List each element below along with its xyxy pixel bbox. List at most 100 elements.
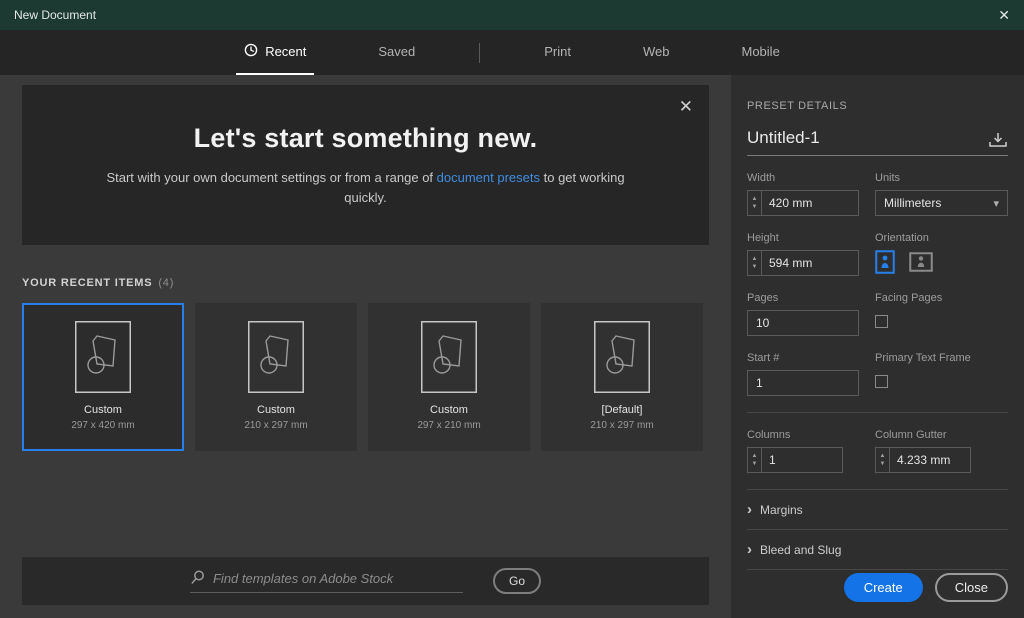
facing-pages-field: Facing Pages [875, 292, 1008, 336]
column-gutter-stepper: ▲ ▼ [875, 447, 971, 473]
recent-items-heading: YOUR RECENT ITEMS (4) [22, 277, 709, 289]
columns-field: Columns ▲ ▼ [747, 429, 859, 473]
decrement-icon[interactable]: ▼ [752, 204, 758, 210]
margins-section-toggle[interactable]: › Margins [747, 490, 1008, 529]
primary-text-frame-field: Primary Text Frame [875, 352, 1008, 396]
chevron-down-icon: ▾ [993, 197, 999, 210]
primary-text-frame-checkbox[interactable] [875, 375, 888, 388]
orientation-buttons [875, 250, 1008, 274]
document-name-field[interactable]: Untitled-1 [747, 128, 988, 148]
recent-item-card[interactable]: Custom 297 x 420 mm [22, 303, 184, 451]
increment-icon[interactable]: ▲ [880, 453, 886, 459]
orientation-portrait-button[interactable] [875, 250, 895, 274]
pages-input[interactable] [747, 310, 859, 336]
height-label: Height [747, 232, 779, 244]
hero-banner: ✕ Let's start something new. Start with … [22, 85, 709, 245]
close-button[interactable]: Close [934, 573, 1008, 602]
columns-input[interactable] [762, 448, 842, 472]
recent-items-grid: Custom 297 x 420 mm Custom 210 x 297 mm … [22, 303, 709, 451]
height-field: Height ▲ ▼ [747, 232, 859, 276]
height-stepper-arrows[interactable]: ▲ ▼ [748, 251, 762, 275]
tab-web[interactable]: Web [635, 30, 678, 75]
go-button[interactable]: Go [492, 568, 541, 594]
recent-items-label: YOUR RECENT ITEMS [22, 277, 153, 289]
tab-label: Mobile [741, 44, 780, 59]
window-title: New Document [14, 8, 97, 22]
document-placeholder-icon [594, 321, 650, 393]
create-button[interactable]: Create [843, 573, 923, 602]
columns-label: Columns [747, 429, 791, 441]
width-field: Width ▲ ▼ [747, 172, 859, 216]
margins-label: Margins [760, 502, 803, 517]
width-input[interactable] [762, 191, 858, 215]
height-input[interactable] [762, 251, 858, 275]
increment-icon[interactable]: ▲ [752, 453, 758, 459]
preset-details-heading: PRESET DETAILS [747, 100, 848, 112]
hero-title: Let's start something new. [193, 123, 538, 153]
document-presets-link[interactable]: document presets [437, 170, 540, 185]
units-field: Units Millimeters ▾ [875, 172, 1008, 216]
preset-name-row: Untitled-1 [747, 128, 1008, 156]
width-label: Width [747, 172, 776, 184]
recent-item-card[interactable]: Custom 297 x 210 mm [368, 303, 530, 451]
column-gutter-field: Column Gutter ▲ ▼ [875, 429, 1008, 473]
tab-saved[interactable]: Saved [370, 30, 423, 75]
decrement-icon[interactable]: ▼ [752, 264, 758, 270]
recent-items-count: (4) [158, 277, 175, 289]
height-stepper: ▲ ▼ [747, 250, 859, 276]
width-stepper-arrows[interactable]: ▲ ▼ [748, 191, 762, 215]
column-gutter-label: Column Gutter [875, 429, 947, 441]
new-document-dialog: New Document ✕ Recent Saved Print Web Mo… [0, 0, 1024, 618]
facing-pages-label: Facing Pages [875, 292, 943, 304]
tab-mobile[interactable]: Mobile [734, 30, 788, 75]
hero-close-icon[interactable]: ✕ [679, 97, 693, 117]
decrement-icon[interactable]: ▼ [880, 461, 886, 467]
decrement-icon[interactable]: ▼ [752, 461, 758, 467]
recent-item-card[interactable]: Custom 210 x 297 mm [195, 303, 357, 451]
tab-recent[interactable]: Recent [236, 30, 315, 75]
orientation-field: Orientation [875, 232, 1008, 276]
tab-divider [479, 42, 481, 63]
recent-item-card[interactable]: [Default] 210 x 297 mm [541, 303, 703, 451]
dialog-actions: Create Close [843, 573, 1008, 602]
pages-label: Pages [747, 292, 779, 304]
units-select[interactable]: Millimeters ▾ [875, 190, 1008, 216]
column-fields: Columns ▲ ▼ Column Gutter ▲ ▼ [747, 429, 1008, 473]
width-stepper: ▲ ▼ [747, 190, 859, 216]
section-divider [747, 412, 1008, 413]
document-placeholder-icon [421, 321, 477, 393]
recent-item-size: 297 x 420 mm [71, 420, 135, 431]
increment-icon[interactable]: ▲ [752, 196, 758, 202]
start-number-input[interactable] [747, 370, 859, 396]
document-placeholder-icon [75, 321, 131, 393]
tab-label: Web [643, 44, 670, 59]
document-placeholder-icon [248, 321, 304, 393]
chevron-right-icon: › [747, 541, 752, 558]
units-label: Units [875, 172, 901, 184]
dialog-content: ✕ Let's start something new. Start with … [0, 75, 1024, 618]
primary-text-frame-label: Primary Text Frame [875, 352, 971, 364]
columns-stepper-arrows[interactable]: ▲ ▼ [748, 448, 762, 472]
increment-icon[interactable]: ▲ [752, 256, 758, 262]
facing-pages-checkbox[interactable] [875, 315, 888, 328]
window-close-icon[interactable]: ✕ [998, 7, 1010, 24]
column-gutter-stepper-arrows[interactable]: ▲ ▼ [876, 448, 890, 472]
recent-item-size: 297 x 210 mm [417, 420, 481, 431]
bleed-slug-label: Bleed and Slug [760, 542, 842, 557]
column-gutter-input[interactable] [890, 448, 970, 472]
clock-icon [244, 43, 258, 60]
pages-field: Pages [747, 292, 859, 336]
orientation-landscape-button[interactable] [909, 252, 933, 272]
start-number-field: Start # [747, 352, 859, 396]
recent-item-name: Custom [84, 404, 122, 416]
bleed-slug-section-toggle[interactable]: › Bleed and Slug [747, 530, 1008, 569]
tab-print[interactable]: Print [536, 30, 579, 75]
hero-subtitle: Start with your own document settings or… [96, 168, 636, 208]
columns-stepper: ▲ ▼ [747, 447, 843, 473]
save-preset-icon[interactable] [988, 132, 1008, 148]
adobe-stock-search-bar: Go [22, 557, 709, 605]
recent-item-name: Custom [430, 404, 468, 416]
start-number-label: Start # [747, 352, 780, 364]
search-input[interactable] [212, 570, 463, 586]
recent-item-size: 210 x 297 mm [590, 420, 654, 431]
